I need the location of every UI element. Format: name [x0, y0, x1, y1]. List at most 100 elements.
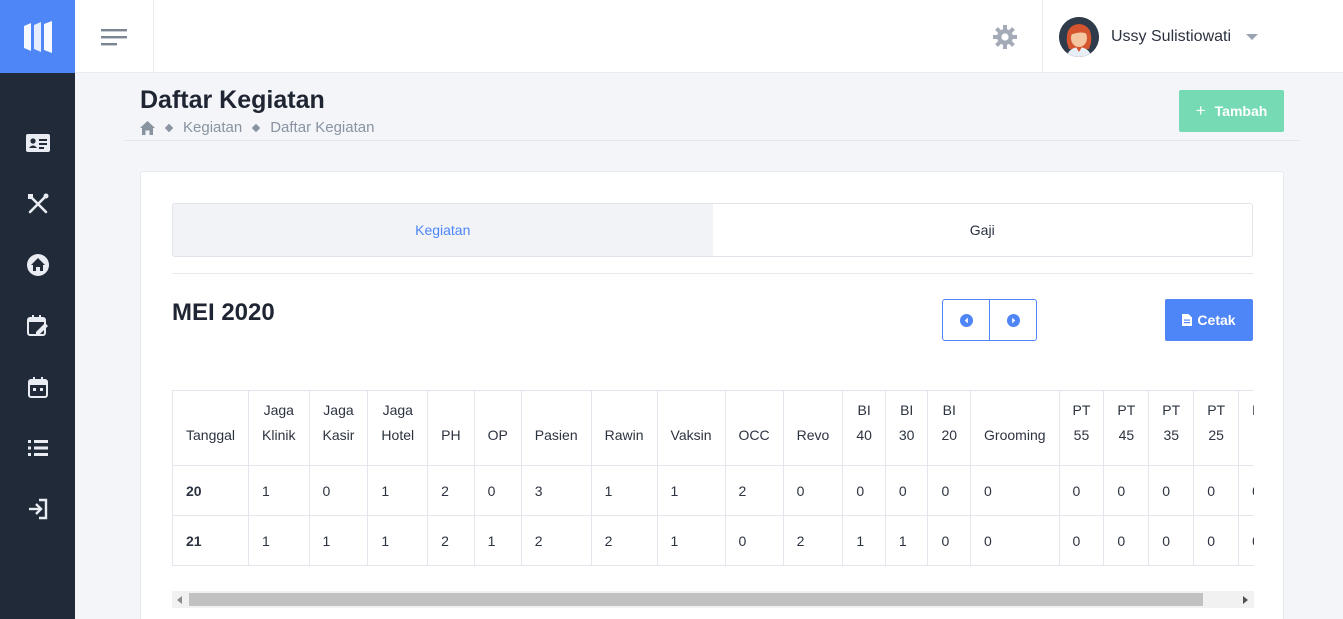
sidebar-item-sign-in[interactable] — [0, 489, 75, 529]
column-header: Jaga Hotel — [367, 390, 429, 466]
column-header: PT 55 — [1058, 390, 1105, 466]
add-button[interactable]: + Tambah — [1179, 90, 1284, 132]
table-cell: 1 — [884, 515, 929, 566]
table-cell: 0 — [724, 515, 784, 566]
sidebar-item-calendar-edit[interactable] — [0, 306, 75, 346]
column-header: BI 20 — [927, 390, 972, 466]
sidebar-item-list[interactable] — [0, 428, 75, 468]
table-header-row: Tanggal Jaga Klinik Jaga Kasir Jaga Hotel P… — [172, 390, 1254, 466]
table-cell: 2 — [520, 515, 592, 566]
page-title: Daftar Kegiatan — [140, 86, 325, 114]
chevron-right-circle-icon — [1006, 313, 1020, 327]
sidebar-item-calendar[interactable] — [0, 367, 75, 407]
table-cell: 0 — [473, 465, 522, 516]
column-header: BI 40 — [842, 390, 886, 466]
table-cell: 0 — [884, 465, 929, 516]
table-cell: 0 — [970, 465, 1060, 516]
next-month-button[interactable] — [989, 300, 1036, 340]
avatar — [1059, 16, 1099, 57]
menu-toggle-button[interactable] — [75, 0, 154, 73]
sidebar-item-id-card[interactable] — [0, 123, 75, 163]
column-header: PT 35 — [1148, 390, 1195, 466]
table-cell: 3 — [520, 465, 592, 516]
table-cell: 2 — [427, 515, 475, 566]
file-icon — [1182, 314, 1193, 326]
divider — [172, 273, 1253, 274]
chevron-down-icon — [1246, 33, 1259, 40]
breadcrumb-item-kegiatan[interactable]: Kegiatan — [183, 119, 242, 136]
tab-bar: Kegiatan Gaji — [172, 203, 1253, 257]
table-cell: 2 — [427, 465, 475, 516]
divider — [124, 140, 1300, 141]
table-cell: 2 — [782, 515, 844, 566]
id-card-icon — [25, 134, 50, 152]
month-label: MEI 2020 — [172, 299, 275, 326]
column-header: Pasien — [520, 390, 592, 466]
column-header: Jaga Kasir — [308, 390, 369, 466]
table-cell: 0 — [1193, 515, 1240, 566]
column-header: OP — [473, 390, 522, 466]
table-cell: 0 — [1103, 515, 1150, 566]
add-button-label: Tambah — [1214, 103, 1268, 119]
list-icon — [27, 440, 48, 456]
table-cell: 0 — [1058, 515, 1105, 566]
column-header: PT 45 — [1103, 390, 1150, 466]
column-header: Rawin — [590, 390, 658, 466]
activity-table: Tanggal Jaga Klinik Jaga Kasir Jaga Hotel P… — [172, 390, 1254, 566]
user-menu[interactable]: Ussy Sulistiowati — [1042, 0, 1343, 73]
sidebar — [0, 73, 75, 619]
table-cell: 1 — [248, 515, 310, 566]
sidebar-item-tools[interactable] — [0, 184, 75, 224]
table-cell: 1 — [656, 465, 726, 516]
app-logo[interactable] — [0, 0, 75, 73]
table-cell: 1 — [473, 515, 522, 566]
table-cell: 1 — [367, 465, 429, 516]
table-cell: 1 — [248, 465, 310, 516]
breadcrumb-item-current: Daftar Kegiatan — [270, 119, 375, 136]
table-cell: 0 — [308, 465, 369, 516]
chevron-left-circle-icon — [959, 313, 973, 327]
table-cell: 0 — [1148, 465, 1195, 516]
table-cell: 1 — [590, 465, 658, 516]
activity-table-container[interactable]: Tanggal Jaga Klinik Jaga Kasir Jaga Hotel P… — [172, 390, 1254, 566]
table-cell: 0 — [1058, 465, 1105, 516]
table-cell: 1 — [308, 515, 369, 566]
calendar-icon — [27, 376, 48, 398]
sidebar-item-home[interactable] — [0, 245, 75, 285]
print-button-label: Cetak — [1197, 312, 1236, 328]
home-icon[interactable] — [140, 120, 155, 135]
month-navigation — [942, 299, 1037, 341]
horizontal-scrollbar[interactable] — [172, 591, 1254, 608]
table-cell: 0 — [1103, 465, 1150, 516]
sign-in-icon — [28, 498, 47, 520]
crossed-tools-icon — [27, 193, 48, 214]
column-header: PH — [427, 390, 475, 466]
scroll-right-arrow-icon[interactable] — [1243, 596, 1248, 604]
column-header: Jaga Klinik — [248, 390, 310, 466]
scroll-left-arrow-icon[interactable] — [177, 596, 182, 604]
print-button[interactable]: Cetak — [1165, 299, 1253, 341]
tab-gaji[interactable]: Gaji — [712, 204, 1252, 256]
table-cell: 0 — [927, 515, 972, 566]
top-bar: Ussy Sulistiowati — [75, 0, 1343, 73]
gear-icon — [993, 25, 1017, 49]
table-cell: 20 — [172, 465, 250, 516]
column-header: Tanggal — [172, 390, 250, 466]
table-cell: 2 — [724, 465, 784, 516]
previous-month-button[interactable] — [943, 300, 989, 340]
table-cell: 0 — [970, 515, 1060, 566]
table-row: 20 1 0 1 2 0 3 1 1 2 0 0 0 0 0 0 0 0 0 — [172, 465, 1254, 516]
table-cell: 0 — [1238, 465, 1254, 516]
table-cell: 1 — [656, 515, 726, 566]
tab-kegiatan[interactable]: Kegiatan — [173, 204, 713, 256]
table-cell: 0 — [1238, 515, 1254, 566]
table-cell: 1 — [367, 515, 429, 566]
settings-button[interactable] — [992, 24, 1018, 50]
table-cell: 1 — [842, 515, 886, 566]
table-cell: 0 — [927, 465, 972, 516]
scrollbar-thumb[interactable] — [189, 593, 1203, 606]
column-header: OCC — [724, 390, 784, 466]
table-row: 21 1 1 1 2 1 2 2 1 0 2 1 1 0 0 0 0 0 0 — [172, 515, 1254, 566]
home-icon — [26, 254, 49, 276]
table-cell: 0 — [842, 465, 886, 516]
